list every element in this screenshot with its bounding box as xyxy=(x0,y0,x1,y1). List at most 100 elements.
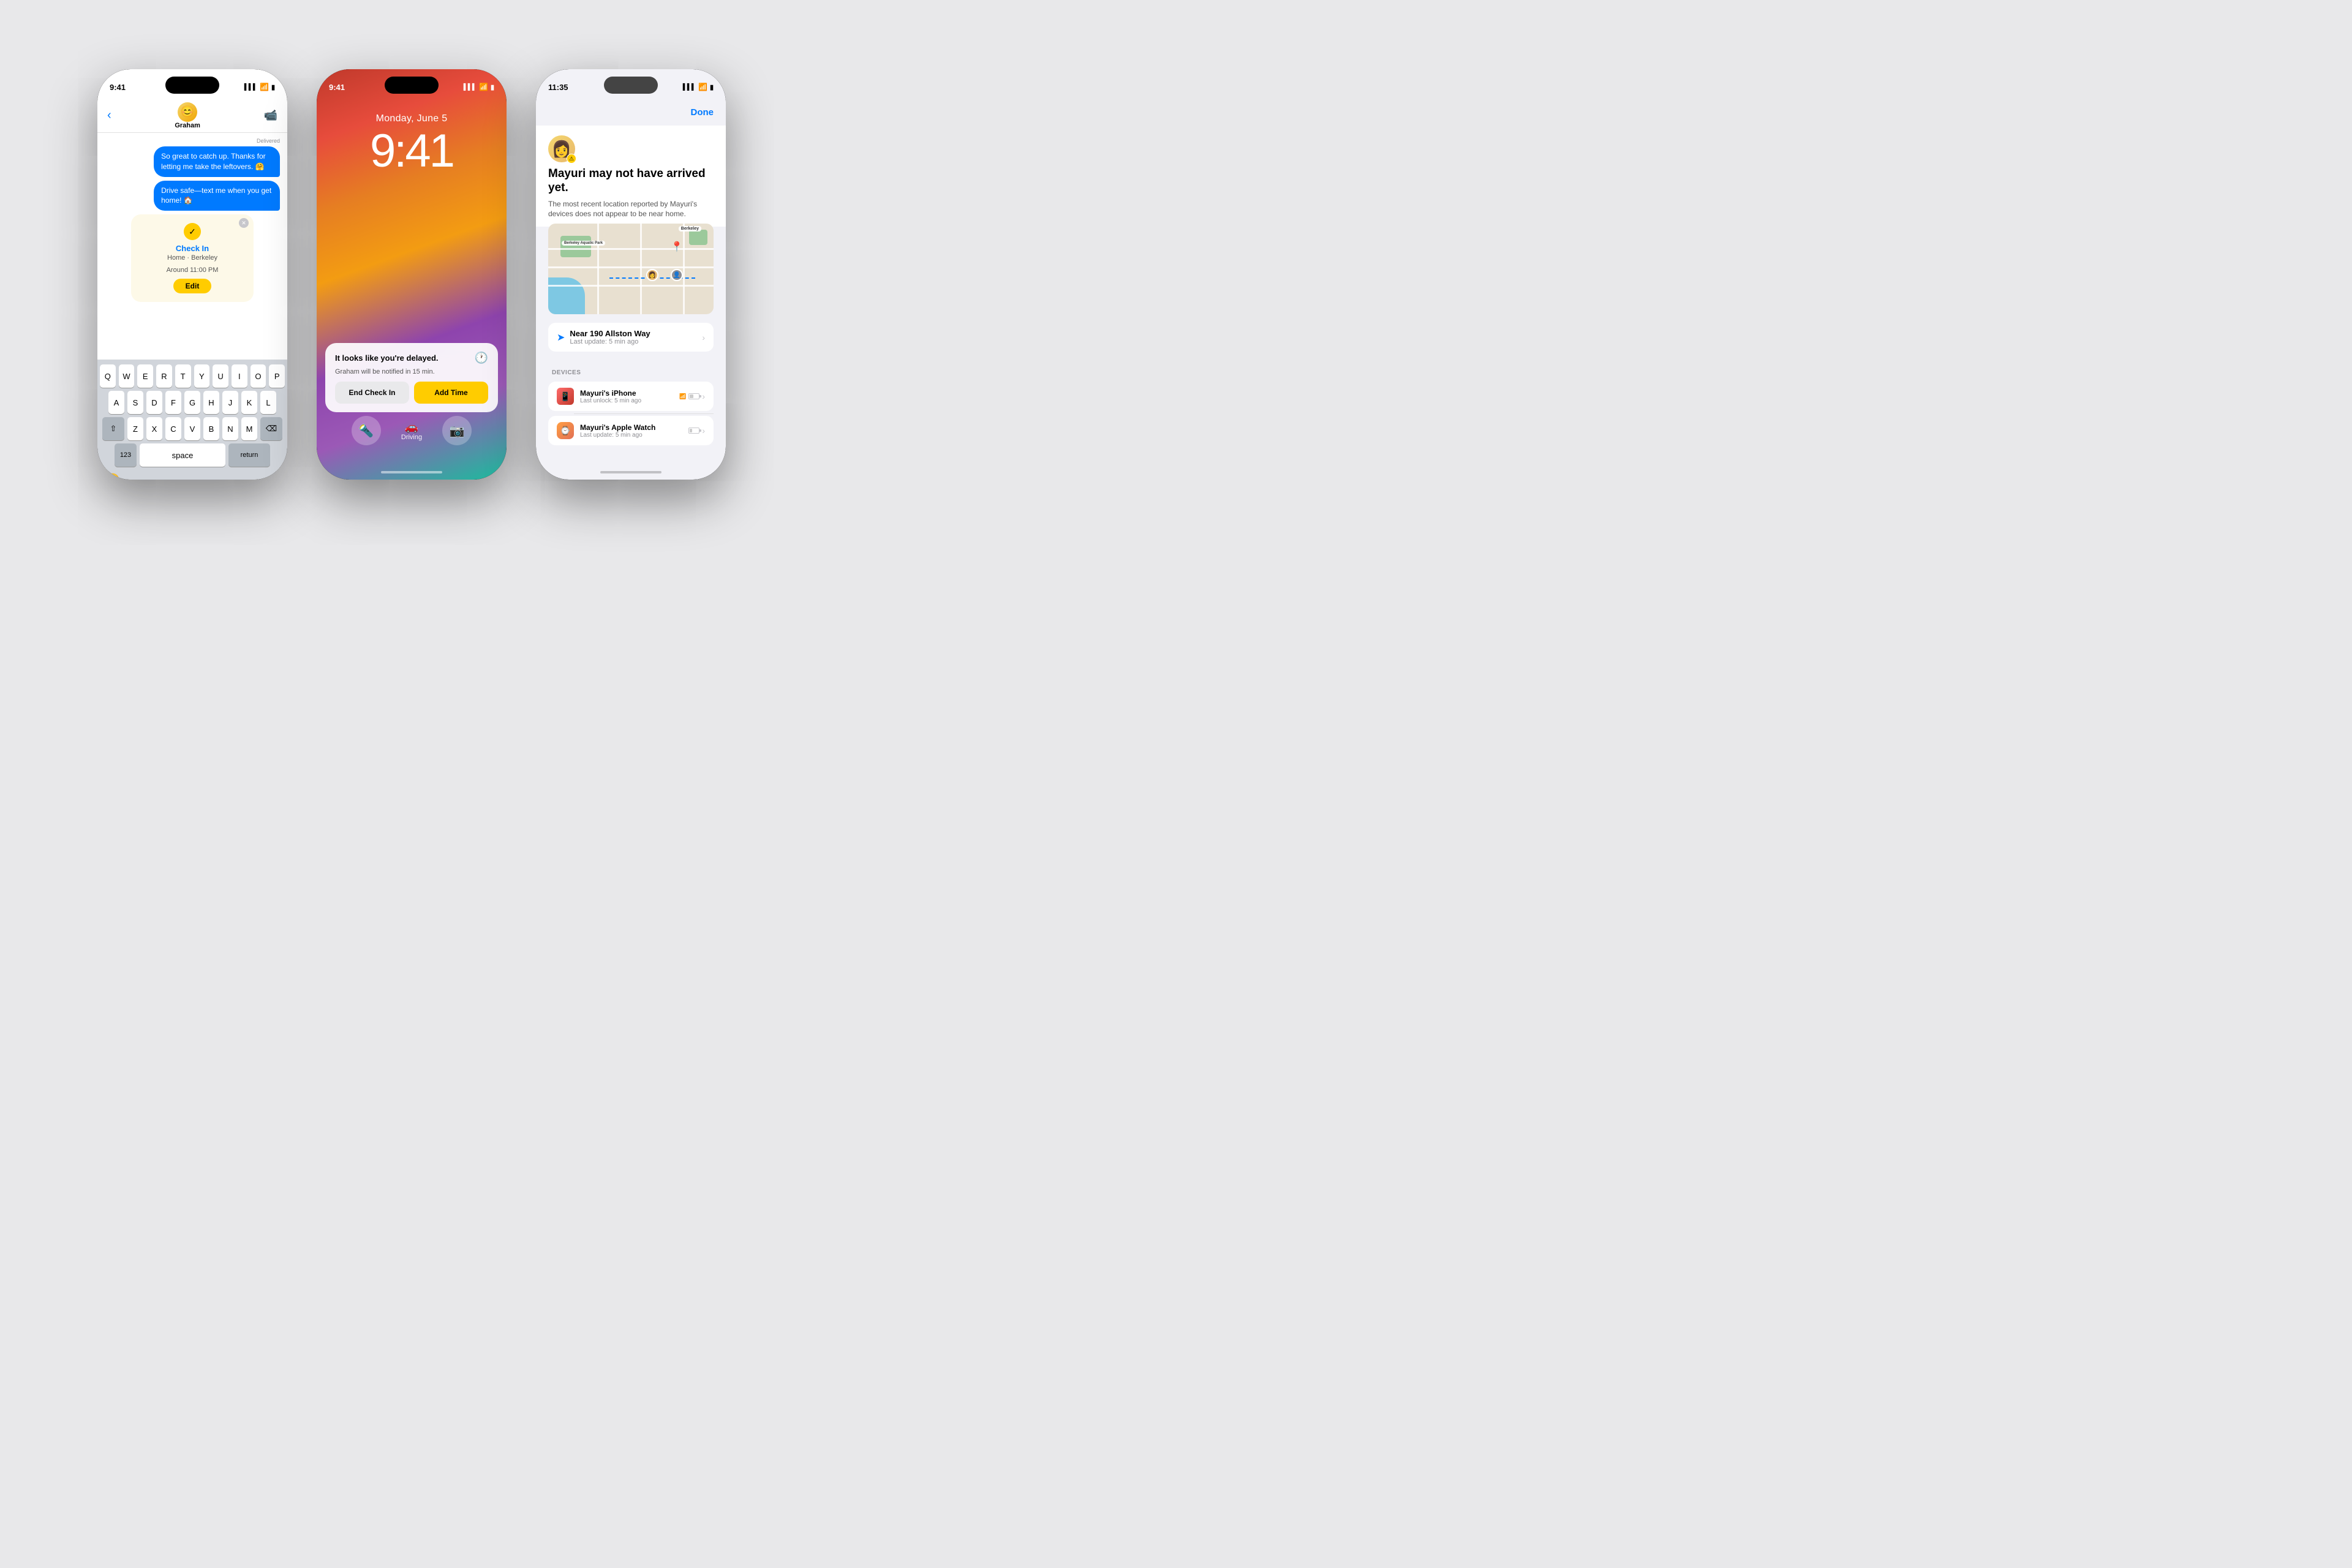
status-icons-2: ▌▌▌ 📶 ▮ xyxy=(464,83,494,91)
avatar-row: 👩 ⚠ xyxy=(548,135,714,162)
key-r[interactable]: R xyxy=(156,364,172,388)
key-j[interactable]: J xyxy=(222,391,238,414)
delete-key[interactable]: ⌫ xyxy=(260,417,282,440)
key-m[interactable]: M xyxy=(241,417,257,440)
keyboard-row-1: Q W E R T Y U I O P xyxy=(100,364,285,388)
location-row[interactable]: ➤ Near 190 Allston Way Last update: 5 mi… xyxy=(548,323,714,352)
key-u[interactable]: U xyxy=(213,364,228,388)
keyboard-row-2: A S D F G H J K L xyxy=(100,391,285,414)
device-watch-row[interactable]: ⌚ Mayuri's Apple Watch Last update: 5 mi… xyxy=(548,416,714,445)
lock-bottom-controls: 🔦 🚗 Driving 📷 xyxy=(317,416,507,445)
key-o[interactable]: O xyxy=(251,364,266,388)
microphone-key[interactable]: 🎤 xyxy=(266,473,280,480)
device-iphone-info: 📱 Mayuri's iPhone Last unlock: 5 min ago xyxy=(557,388,641,405)
phone-checkin-alert: 11:35 ▌▌▌ 📶 ▮ Done 👩 ⚠ Mayuri may not ha… xyxy=(536,69,726,480)
location-name: Near 190 Allston Way xyxy=(570,329,650,338)
key-e[interactable]: E xyxy=(137,364,153,388)
contact-info[interactable]: 😊 Graham xyxy=(175,102,200,129)
mayuri-avatar: 👩 ⚠ xyxy=(548,135,575,162)
status-time-3: 11:35 xyxy=(548,83,568,92)
location-last-update: Last update: 5 min ago xyxy=(570,338,650,345)
camera-button[interactable]: 📷 xyxy=(442,416,472,445)
checkin-time: Around 11:00 PM xyxy=(141,266,244,274)
checkin-home-indicator xyxy=(600,471,662,473)
chevron-right-icon: › xyxy=(702,333,705,342)
iphone-icon: 📱 xyxy=(557,388,574,405)
key-v[interactable]: V xyxy=(184,417,200,440)
road-h3 xyxy=(548,285,714,287)
checkin-close-button[interactable]: ✕ xyxy=(239,218,249,228)
space-key[interactable]: space xyxy=(140,443,225,467)
keyboard: Q W E R T Y U I O P A S D F G H J K L xyxy=(97,360,287,480)
shift-key[interactable]: ⇧ xyxy=(102,417,124,440)
road-h1 xyxy=(548,248,714,250)
key-c[interactable]: C xyxy=(165,417,181,440)
devices-section-label: DEVICES xyxy=(552,369,581,376)
key-a[interactable]: A xyxy=(108,391,124,414)
add-time-button[interactable]: Add Time xyxy=(414,382,488,404)
dynamic-island-3 xyxy=(604,77,658,94)
number-key[interactable]: 123 xyxy=(115,443,137,467)
key-x[interactable]: X xyxy=(146,417,162,440)
key-g[interactable]: G xyxy=(184,391,200,414)
key-d[interactable]: D xyxy=(146,391,162,414)
signal-icon-3: ▌▌▌ xyxy=(683,84,696,91)
notification-clock-icon: 🕐 xyxy=(475,352,488,364)
status-icons-1: ▌▌▌ 📶 ▮ xyxy=(244,83,275,91)
key-k[interactable]: K xyxy=(241,391,257,414)
key-f[interactable]: F xyxy=(165,391,181,414)
back-button[interactable]: ‹ xyxy=(107,108,111,123)
iphone-signal-icon: 📶 xyxy=(679,393,686,400)
status-time-2: 9:41 xyxy=(329,83,345,92)
key-t[interactable]: T xyxy=(175,364,191,388)
bubble-text-1: So great to catch up. Thanks for letting… xyxy=(154,146,280,177)
key-p[interactable]: P xyxy=(269,364,285,388)
key-h[interactable]: H xyxy=(203,391,219,414)
checkin-card: ✕ ✓ Check In Home · Berkeley Around 11:0… xyxy=(131,214,254,302)
driving-label: Driving xyxy=(401,434,422,441)
device-divider xyxy=(574,413,714,414)
key-n[interactable]: N xyxy=(222,417,238,440)
return-key[interactable]: return xyxy=(228,443,270,467)
flashlight-button[interactable]: 🔦 xyxy=(352,416,381,445)
checkin-location: Home · Berkeley xyxy=(141,254,244,262)
wifi-icon-2: 📶 xyxy=(479,83,488,91)
key-z[interactable]: Z xyxy=(127,417,143,440)
key-y[interactable]: Y xyxy=(194,364,210,388)
done-button[interactable]: Done xyxy=(691,107,714,118)
iphone-name: Mayuri's iPhone xyxy=(580,389,641,398)
other-location-pin: 👤 xyxy=(671,269,683,281)
end-checkin-button[interactable]: End Check In xyxy=(335,382,409,404)
status-time-1: 9:41 xyxy=(110,83,126,92)
video-call-button[interactable]: 📹 xyxy=(264,109,277,122)
keyboard-bottom-bar: 🙂 🎤 xyxy=(100,470,285,480)
key-q[interactable]: Q xyxy=(100,364,116,388)
map-grid: Berkeley Berkeley Aquatic Park 📍 👩 👤 xyxy=(548,224,714,314)
road-h2 xyxy=(548,266,714,268)
device-iphone-row[interactable]: 📱 Mayuri's iPhone Last unlock: 5 min ago… xyxy=(548,382,714,411)
location-text: Near 190 Allston Way Last update: 5 min … xyxy=(570,329,650,345)
map-label-park: Berkeley Aquatic Park xyxy=(562,241,605,246)
key-b[interactable]: B xyxy=(203,417,219,440)
iphone-status-icons: 📶 › xyxy=(679,391,705,401)
warning-section: 👩 ⚠ Mayuri may not have arrived yet. The… xyxy=(536,126,726,227)
watch-last-update: Last update: 5 min ago xyxy=(580,432,655,439)
key-w[interactable]: W xyxy=(119,364,135,388)
road-v2 xyxy=(640,224,642,314)
road-v3 xyxy=(683,224,685,314)
key-l[interactable]: L xyxy=(260,391,276,414)
emoji-key[interactable]: 🙂 xyxy=(105,472,120,480)
phone-lockscreen: 9:41 ▌▌▌ 📶 ▮ Monday, June 5 9:41 It look… xyxy=(317,69,507,480)
delivered-label: Delivered xyxy=(105,138,280,144)
device-watch-text: Mayuri's Apple Watch Last update: 5 min … xyxy=(580,423,655,439)
key-s[interactable]: S xyxy=(127,391,143,414)
wifi-icon-1: 📶 xyxy=(260,83,269,91)
location-arrow-icon: ➤ xyxy=(557,331,565,344)
device-iphone-text: Mayuri's iPhone Last unlock: 5 min ago xyxy=(580,389,641,404)
location-map[interactable]: Berkeley Berkeley Aquatic Park 📍 👩 👤 xyxy=(548,224,714,314)
key-i[interactable]: I xyxy=(232,364,247,388)
checkin-edit-button[interactable]: Edit xyxy=(173,279,212,293)
warning-title: Mayuri may not have arrived yet. xyxy=(548,167,714,195)
warning-badge: ⚠ xyxy=(567,154,576,164)
message-bubble-sent-1: So great to catch up. Thanks for letting… xyxy=(105,146,280,177)
